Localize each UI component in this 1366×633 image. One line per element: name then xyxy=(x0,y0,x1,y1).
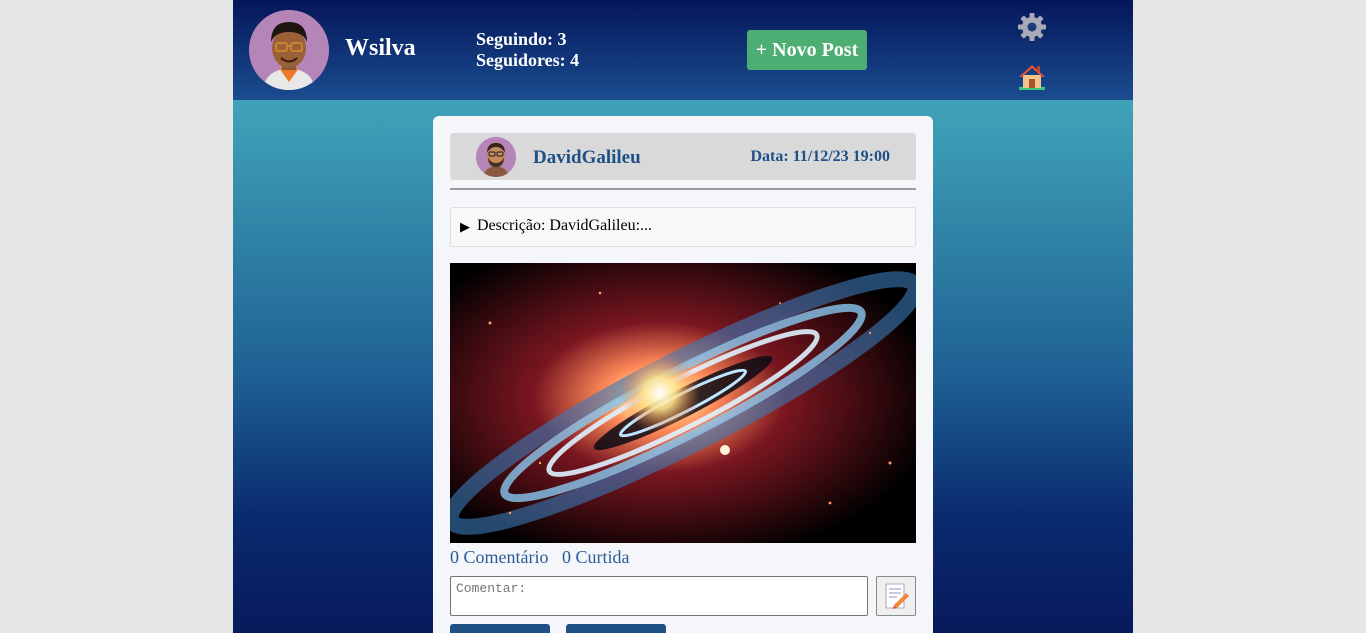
gear-icon[interactable] xyxy=(1017,12,1047,42)
comment-input[interactable] xyxy=(450,576,868,616)
user-avatar-icon[interactable] xyxy=(249,10,329,90)
post-description: Descrição: DavidGalileu:... xyxy=(477,217,653,234)
post-card: DavidGalileu Data: 11/12/23 19:00 ▶ Desc… xyxy=(433,116,933,633)
user-stats: Seguindo: 3 Seguidores: 4 xyxy=(476,29,579,71)
header-divider xyxy=(450,188,916,190)
post-date: Data: 11/12/23 19:00 xyxy=(750,148,890,165)
post-description-toggle[interactable]: ▶ Descrição: DavidGalileu:... xyxy=(450,207,916,247)
post-header: DavidGalileu Data: 11/12/23 19:00 xyxy=(450,133,916,180)
home-icon[interactable] xyxy=(1017,62,1047,92)
post-counters: 0 Comentário 0 Curtida xyxy=(450,547,638,568)
app-window: Wsilva Seguindo: 3 Seguidores: 4 + Novo … xyxy=(233,0,1133,633)
submit-comment-button[interactable] xyxy=(876,576,916,616)
comment-count[interactable]: 0 Comentário xyxy=(450,547,548,567)
following-count[interactable]: Seguindo: 3 xyxy=(476,29,579,50)
author-avatar-icon[interactable] xyxy=(476,137,516,177)
action-button-2[interactable] xyxy=(566,624,666,633)
followers-count[interactable]: Seguidores: 4 xyxy=(476,50,579,71)
post-author-link[interactable]: DavidGalileu xyxy=(533,147,641,169)
top-header: Wsilva Seguindo: 3 Seguidores: 4 + Novo … xyxy=(233,0,1133,100)
action-button-1[interactable] xyxy=(450,624,550,633)
new-post-button[interactable]: + Novo Post xyxy=(747,30,867,70)
edit-note-icon xyxy=(885,583,909,609)
like-count[interactable]: 0 Curtida xyxy=(562,547,630,567)
username: Wsilva xyxy=(345,35,416,61)
post-image xyxy=(450,263,916,543)
disclosure-triangle-icon: ▶ xyxy=(460,219,470,234)
